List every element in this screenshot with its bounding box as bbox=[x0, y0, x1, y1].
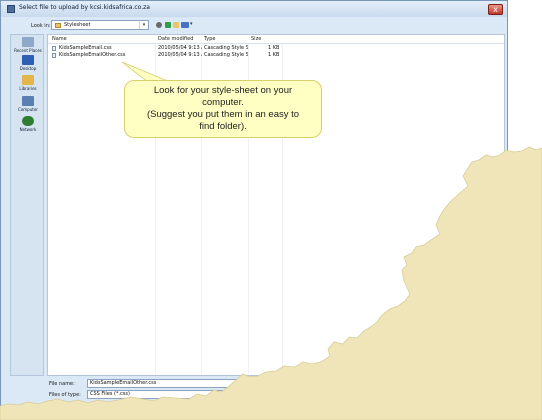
instruction-callout: Look for your style-sheet on your comput… bbox=[124, 80, 322, 138]
callout-tail bbox=[121, 61, 171, 83]
callout-line: Look for your style-sheet on your bbox=[153, 85, 293, 96]
callout-line: computer. bbox=[202, 97, 244, 108]
callout-line: find folder). bbox=[199, 121, 247, 132]
callout-line: (Suggest you put them in an easy to bbox=[146, 109, 300, 120]
callout-pointer bbox=[121, 61, 171, 83]
